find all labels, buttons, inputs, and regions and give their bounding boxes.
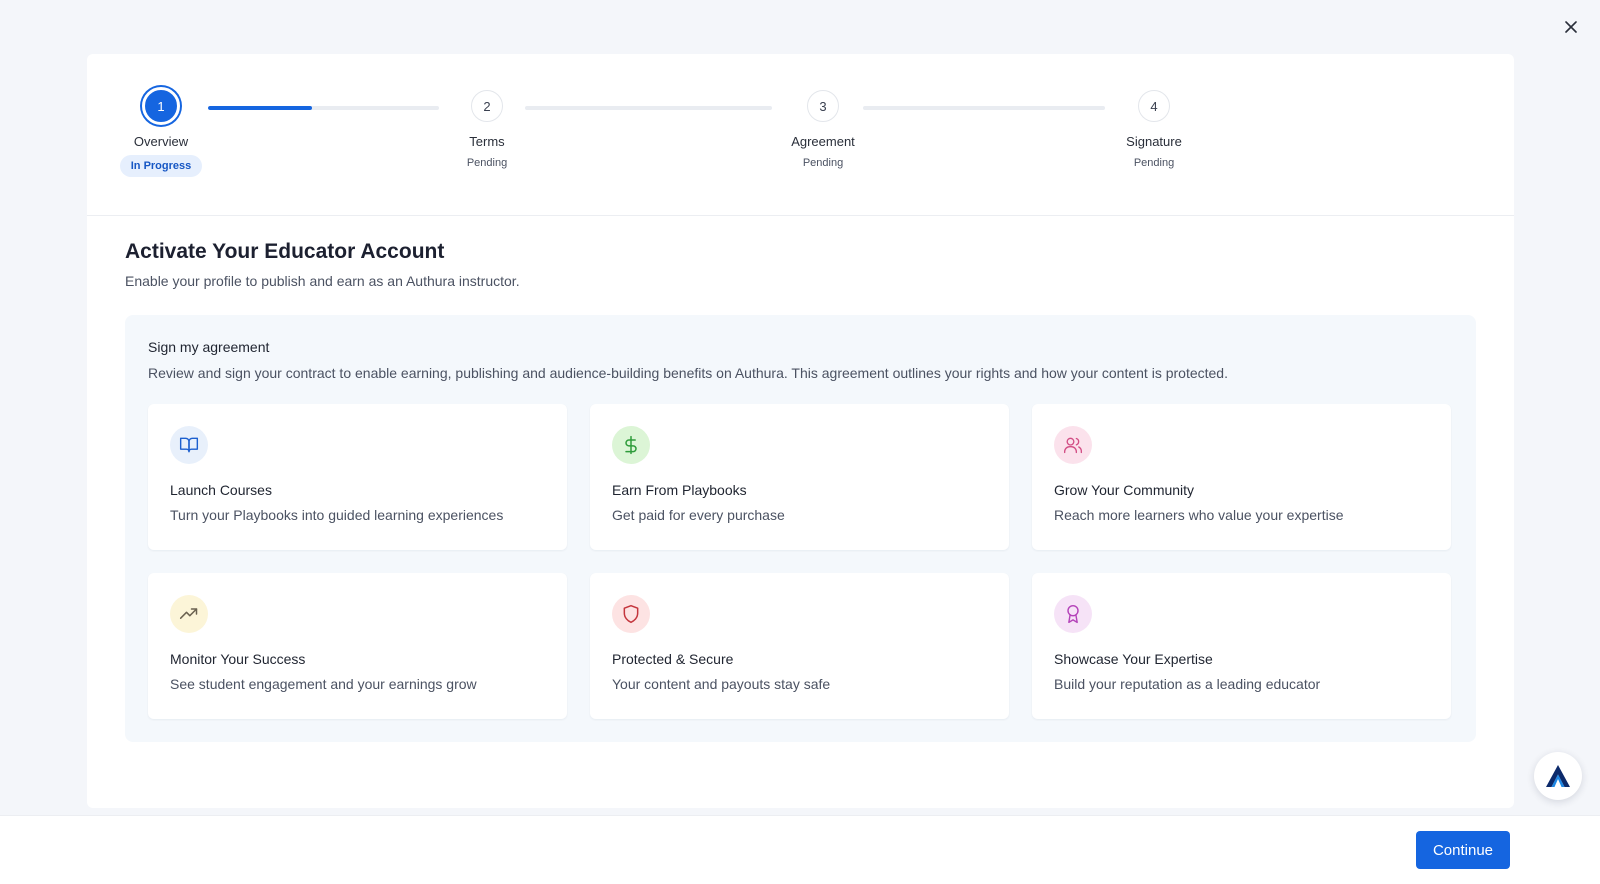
step-connector-3 xyxy=(863,106,1105,110)
authura-logo-icon xyxy=(1546,765,1570,787)
book-open-icon xyxy=(170,426,208,464)
card-title: Grow Your Community xyxy=(1054,482,1195,498)
agreement-description: Review and sign your contract to enable … xyxy=(148,365,1228,381)
assistant-button[interactable] xyxy=(1534,752,1582,800)
card-title: Earn From Playbooks xyxy=(612,482,747,498)
card-title: Monitor Your Success xyxy=(170,651,306,667)
step-status-badge: In Progress xyxy=(119,155,203,177)
step-connector-2 xyxy=(525,106,772,110)
page-subtitle: Enable your profile to publish and earn … xyxy=(125,273,520,289)
page-title: Activate Your Educator Account xyxy=(125,240,445,263)
step-connector-1 xyxy=(208,106,439,110)
step-agreement[interactable]: 3 Agreement Pending xyxy=(768,90,878,169)
card-description: See student engagement and your earnings… xyxy=(170,676,477,692)
card-description: Get paid for every purchase xyxy=(612,507,785,523)
step-number: 3 xyxy=(807,90,839,122)
step-progress-fill xyxy=(208,106,312,110)
step-number: 1 xyxy=(142,87,180,125)
benefit-card-showcase-expertise: Showcase Your Expertise Build your reput… xyxy=(1032,573,1451,719)
benefit-card-earn-from-playbooks: Earn From Playbooks Get paid for every p… xyxy=(590,404,1009,550)
step-label: Signature xyxy=(1126,134,1182,149)
step-label: Terms xyxy=(469,134,505,149)
step-terms[interactable]: 2 Terms Pending xyxy=(432,90,542,169)
modal-footer: Continue xyxy=(0,815,1600,884)
card-description: Your content and payouts stay safe xyxy=(612,676,831,692)
benefit-card-protected-secure: Protected & Secure Your content and payo… xyxy=(590,573,1009,719)
award-icon xyxy=(1054,595,1092,633)
activation-modal: 1 Overview In Progress 2 Terms Pending 3… xyxy=(87,54,1514,808)
modal-content: Activate Your Educator Account Enable yo… xyxy=(87,216,1514,742)
close-button[interactable] xyxy=(1560,16,1582,38)
agreement-title: Sign my agreement xyxy=(148,339,270,355)
step-label: Agreement xyxy=(791,134,855,149)
step-label: Overview xyxy=(133,134,189,149)
benefit-card-grow-community: Grow Your Community Reach more learners … xyxy=(1032,404,1451,550)
step-status: Pending xyxy=(802,157,844,169)
progress-stepper: 1 Overview In Progress 2 Terms Pending 3… xyxy=(87,54,1514,216)
card-title: Showcase Your Expertise xyxy=(1054,651,1213,667)
step-number: 2 xyxy=(471,90,503,122)
step-overview[interactable]: 1 Overview In Progress xyxy=(106,87,216,177)
step-status: Pending xyxy=(1133,157,1175,169)
dollar-icon xyxy=(612,426,650,464)
users-icon xyxy=(1054,426,1092,464)
step-status: Pending xyxy=(466,157,508,169)
close-icon xyxy=(1565,21,1577,33)
card-title: Launch Courses xyxy=(170,482,272,498)
benefits-grid: Launch Courses Turn your Playbooks into … xyxy=(148,404,1453,719)
continue-button[interactable]: Continue xyxy=(1416,831,1510,869)
trending-up-icon xyxy=(170,595,208,633)
card-title: Protected & Secure xyxy=(612,651,734,667)
card-description: Turn your Playbooks into guided learning… xyxy=(170,507,504,523)
agreement-panel: Sign my agreement Review and sign your c… xyxy=(125,315,1476,742)
card-description: Build your reputation as a leading educa… xyxy=(1054,676,1321,692)
card-description: Reach more learners who value your exper… xyxy=(1054,507,1344,523)
step-signature[interactable]: 4 Signature Pending xyxy=(1099,90,1209,169)
benefit-card-launch-courses: Launch Courses Turn your Playbooks into … xyxy=(148,404,567,550)
step-number: 4 xyxy=(1138,90,1170,122)
benefit-card-monitor-success: Monitor Your Success See student engagem… xyxy=(148,573,567,719)
shield-icon xyxy=(612,595,650,633)
